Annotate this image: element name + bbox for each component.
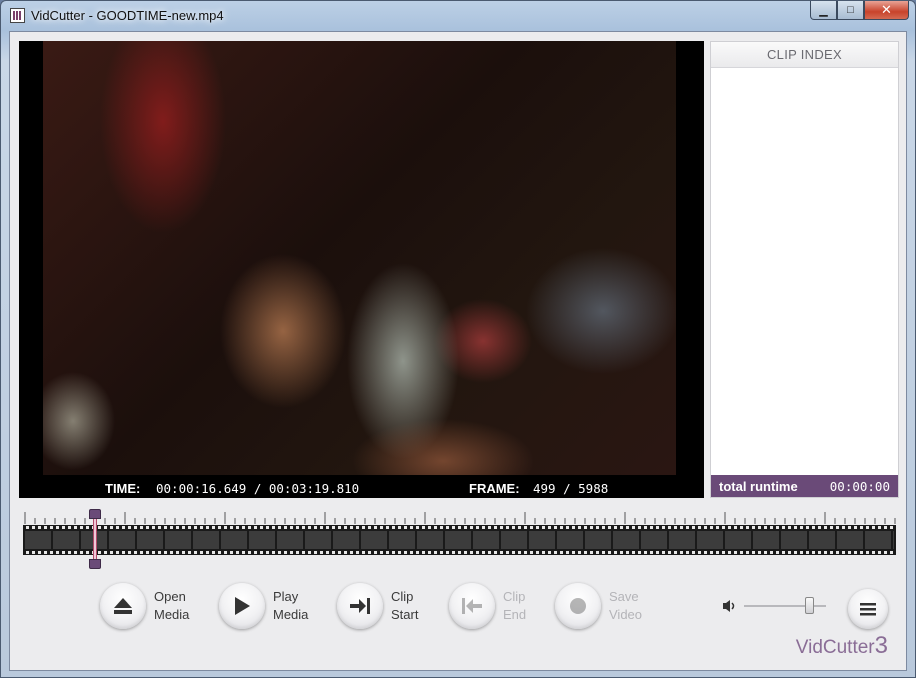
time-value: 00:00:16.649 / 00:03:19.810	[156, 481, 360, 496]
toolbar: Open Media Play Media Clip Start Clip En…	[10, 580, 906, 636]
video-frame[interactable]	[43, 41, 676, 475]
open-media-button[interactable]: Open Media	[100, 580, 214, 632]
volume-control[interactable]	[718, 594, 828, 618]
total-runtime-value: 00:00:00	[829, 479, 890, 494]
video-info-bar: TIME: 00:00:16.649 / 00:03:19.810 FRAME:…	[19, 479, 704, 498]
frame-value: 499 / 5988	[533, 481, 609, 496]
maximize-button[interactable]: □	[837, 1, 864, 20]
video-player[interactable]: TIME: 00:00:16.649 / 00:03:19.810 FRAME:…	[19, 41, 704, 498]
volume-slider-thumb[interactable]	[805, 597, 814, 614]
clip-start-button[interactable]: Clip Start	[337, 580, 451, 632]
volume-icon[interactable]	[722, 599, 738, 613]
playhead-line	[93, 519, 97, 559]
app-icon[interactable]	[10, 8, 25, 23]
brand-logo: VidCutter3	[795, 632, 888, 659]
eject-icon[interactable]	[100, 583, 146, 629]
filmstrip-perforations-bottom	[23, 551, 896, 554]
clip-end-button[interactable]: Clip End	[449, 580, 563, 632]
filmstrip-frames	[25, 531, 894, 549]
minimize-button[interactable]: ▁	[810, 1, 837, 20]
clip-start-icon[interactable]	[337, 583, 383, 629]
record-icon[interactable]	[555, 583, 601, 629]
timeline-slider[interactable]	[23, 509, 896, 572]
frame-label: FRAME:	[469, 481, 520, 496]
filmstrip-perforations-top	[23, 526, 896, 529]
open-media-label: Open Media	[154, 589, 190, 622]
total-runtime-bar: total runtime 00:00:00	[711, 475, 898, 497]
timeline-ruler	[24, 512, 896, 524]
clip-index-panel[interactable]: CLIP INDEX total runtime 00:00:00	[710, 41, 899, 498]
window-title: VidCutter - GOODTIME-new.mp4	[31, 8, 224, 23]
save-video-label: Save Video	[609, 589, 643, 622]
play-icon[interactable]	[219, 583, 265, 629]
clip-end-icon[interactable]	[449, 583, 495, 629]
playhead-bottom-handle[interactable]	[89, 559, 101, 569]
save-video-button[interactable]: Save Video	[555, 580, 669, 632]
timeline-filmstrip[interactable]	[23, 525, 896, 555]
total-runtime-label: total runtime	[719, 479, 798, 494]
clip-end-label: Clip End	[503, 589, 527, 622]
close-button[interactable]: ✕	[864, 1, 909, 20]
timeline-playhead[interactable]	[89, 509, 101, 569]
settings-menu-button[interactable]	[848, 583, 888, 635]
time-label: TIME:	[105, 481, 141, 496]
main-area: TIME: 00:00:16.649 / 00:03:19.810 FRAME:…	[9, 31, 907, 671]
play-media-label: Play Media	[273, 589, 309, 622]
playhead-top-handle[interactable]	[89, 509, 101, 519]
clip-start-label: Clip Start	[391, 589, 419, 622]
title-bar[interactable]: VidCutter - GOODTIME-new.mp4 ▁ □ ✕	[1, 1, 915, 31]
play-media-button[interactable]: Play Media	[219, 580, 333, 632]
app-window: VidCutter - GOODTIME-new.mp4 ▁ □ ✕ TIME:…	[0, 0, 916, 678]
menu-icon[interactable]	[848, 589, 888, 629]
clip-index-header: CLIP INDEX	[711, 42, 898, 68]
window-controls: ▁ □ ✕	[810, 1, 909, 20]
